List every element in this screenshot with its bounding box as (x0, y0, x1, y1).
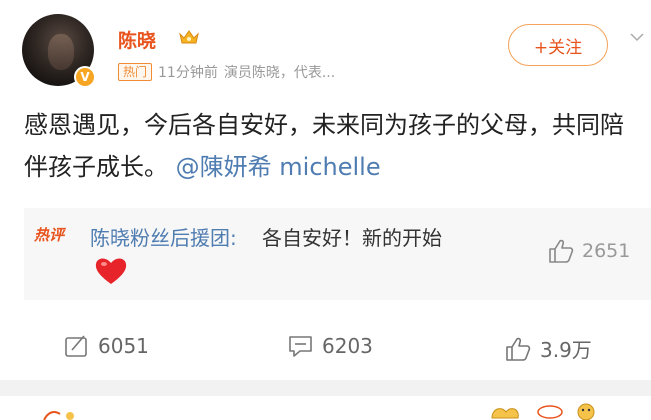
hot-tag: 热门 (118, 63, 153, 81)
comment-button[interactable]: 6203 (288, 334, 373, 358)
avatar-face (48, 34, 74, 70)
post-content: 感恩遇见，今后各自安好，未来同为孩子的父母，共同陪伴孩子成长。 @陳妍希 mic… (24, 104, 624, 188)
comment-count: 6203 (322, 334, 373, 358)
follow-button[interactable]: +关注 (508, 24, 608, 66)
post-time: 11分钟前 (158, 65, 218, 81)
hot-comment-author[interactable]: 陈晓粉丝后援团: (90, 222, 237, 251)
hot-comment-label: 热评 (34, 226, 65, 244)
username[interactable]: 陈晓 (118, 26, 156, 53)
post-meta: 热门 11分钟前 演员陈晓，代表... (118, 62, 335, 82)
heart-emoji-icon (95, 258, 127, 284)
like-count: 3.9万 (540, 338, 592, 362)
repost-button[interactable]: 6051 (64, 334, 149, 358)
sticker-icon (43, 411, 74, 420)
like-button[interactable]: 3.9万 (504, 334, 592, 363)
mention-link[interactable]: @陳妍希 michelle (176, 153, 381, 181)
user-description: 演员陈晓，代表... (223, 65, 336, 81)
comment-icon (289, 336, 312, 357)
hot-comment[interactable]: 热评 陈晓粉丝后援团: 各自安好！新的开始 2651 (24, 208, 651, 300)
verified-badge-icon: V (74, 66, 96, 88)
repost-count: 6051 (98, 334, 149, 358)
weibo-post-card: V 陈晓 热门 11分钟前 演员陈晓，代表... +关注 感恩遇见，今后各自安好… (0, 0, 651, 380)
thumbs-up-icon[interactable] (548, 238, 574, 264)
hot-comment-like-count: 2651 (582, 240, 631, 262)
chevron-down-icon[interactable] (630, 30, 644, 44)
hot-comment-text: 各自安好！新的开始 (262, 226, 442, 250)
post-actions-bar: 6051 6203 3.9万 (0, 322, 651, 374)
thumbs-up-icon (506, 337, 531, 361)
emoji-stickers-icon (491, 403, 595, 420)
repost-icon (65, 335, 87, 357)
crown-icon (179, 30, 199, 44)
